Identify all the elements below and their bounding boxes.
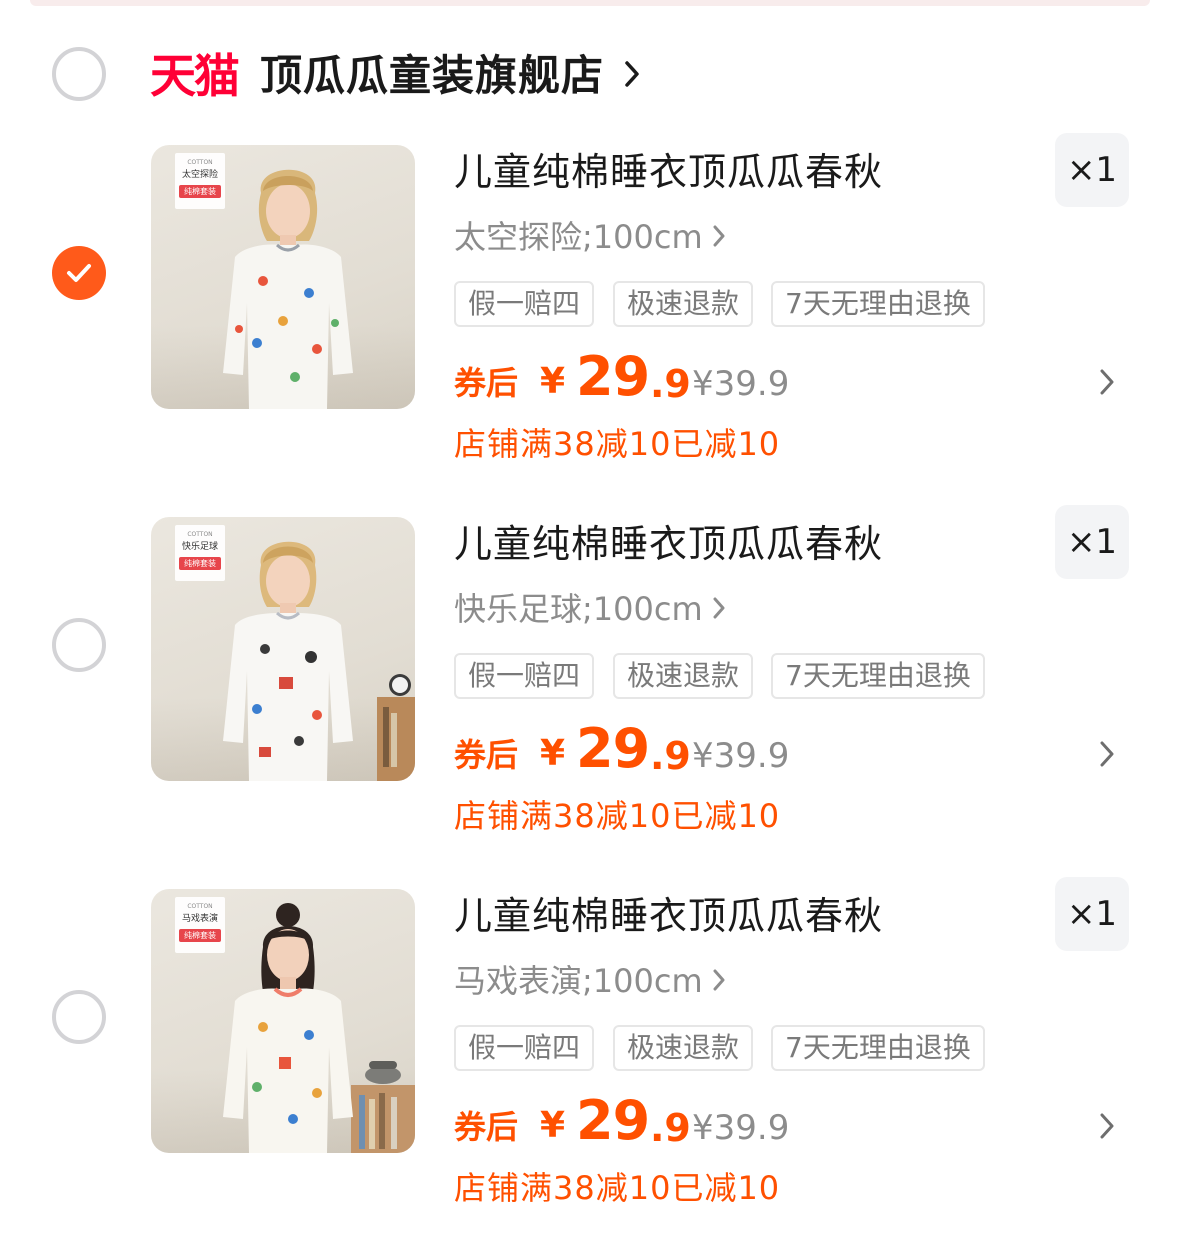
chevron-right-icon: [713, 969, 725, 991]
original-price: ¥39.9: [692, 736, 790, 776]
store-select-radio[interactable]: [52, 47, 106, 101]
chevron-right-icon[interactable]: [1100, 741, 1114, 767]
currency-symbol: ¥: [540, 1105, 566, 1146]
original-price: ¥39.9: [692, 1108, 790, 1148]
sku-selector[interactable]: 马戏表演;100cm: [454, 959, 725, 1003]
item-select-radio[interactable]: [52, 246, 106, 300]
child-model-image: [223, 903, 353, 1153]
promo-text: 店铺满38减10已减10: [454, 425, 781, 463]
item-select-radio[interactable]: [52, 618, 106, 672]
coupon-label: 券后: [454, 1108, 519, 1146]
quantity-button[interactable]: ×1: [1055, 877, 1129, 951]
service-tag: 7天无理由退换: [771, 653, 985, 699]
product-title[interactable]: 儿童纯棉睡衣顶瓜瓜春秋: [454, 891, 883, 941]
price-row: 券后 ¥ 29 .9 ¥39.9: [454, 1089, 1154, 1159]
promo-text: 店铺满38减10已减10: [454, 1169, 781, 1207]
coupon-label: 券后: [454, 736, 519, 774]
previous-card-edge: [30, 0, 1150, 6]
sku-selector[interactable]: 太空探险;100cm: [454, 215, 725, 259]
price-decimal: .9: [650, 362, 691, 406]
product-thumbnail[interactable]: COTTON 太空探险 纯棉套装: [151, 145, 415, 409]
cart-item: COTTON 快乐足球 纯棉套装 儿童纯棉睡衣顶瓜瓜春秋 ×1 快乐足球;100…: [0, 505, 1179, 889]
cart-page: 天猫 顶瓜瓜童装旗舰店 COTTON 太空探险 纯棉套装 儿童纯棉睡衣顶瓜瓜春秋…: [0, 0, 1179, 1237]
chevron-right-icon[interactable]: [1100, 1113, 1114, 1139]
service-tag: 7天无理由退换: [771, 1025, 985, 1071]
quantity-button[interactable]: ×1: [1055, 133, 1129, 207]
store-name-link[interactable]: 顶瓜瓜童装旗舰店: [260, 46, 604, 106]
checkmark-icon: [67, 264, 91, 282]
cart-item: COTTON 马戏表演 纯棉套装 儿童纯棉睡衣顶瓜瓜春秋 ×1 马戏表演;100…: [0, 877, 1179, 1237]
bookshelf-image: [377, 697, 415, 781]
product-thumbnail[interactable]: COTTON 快乐足球 纯棉套装: [151, 517, 415, 781]
service-tag: 极速退款: [613, 653, 754, 699]
currency-symbol: ¥: [540, 361, 566, 402]
product-thumbnail[interactable]: COTTON 马戏表演 纯棉套装: [151, 889, 415, 1153]
service-tag: 假一赔四: [454, 653, 595, 699]
service-tag: 假一赔四: [454, 281, 595, 327]
service-tag: 7天无理由退换: [771, 281, 985, 327]
sku-text: 太空探险;100cm: [454, 218, 703, 256]
price-decimal: .9: [650, 1106, 691, 1150]
tmall-logo: 天猫: [150, 49, 240, 103]
item-select-radio[interactable]: [52, 990, 106, 1044]
price-decimal: .9: [650, 734, 691, 778]
telephone-image: [365, 1061, 401, 1084]
sku-text: 马戏表演;100cm: [454, 962, 703, 1000]
product-title[interactable]: 儿童纯棉睡衣顶瓜瓜春秋: [454, 147, 883, 197]
chevron-right-icon: [713, 597, 725, 619]
coupon-label: 券后: [454, 364, 519, 402]
sku-selector[interactable]: 快乐足球;100cm: [454, 587, 725, 631]
price-row: 券后 ¥ 29 .9 ¥39.9: [454, 717, 1154, 787]
quantity-button[interactable]: ×1: [1055, 505, 1129, 579]
promo-text: 店铺满38减10已减10: [454, 797, 781, 835]
product-title[interactable]: 儿童纯棉睡衣顶瓜瓜春秋: [454, 519, 883, 569]
alarm-clock-image: [389, 674, 411, 696]
price-integer: 29: [576, 717, 650, 780]
service-tag: 极速退款: [613, 281, 754, 327]
store-header: 天猫 顶瓜瓜童装旗舰店: [0, 36, 1179, 116]
chevron-right-icon[interactable]: [1100, 369, 1114, 395]
chevron-right-icon[interactable]: [624, 60, 640, 88]
service-tag: 假一赔四: [454, 1025, 595, 1071]
price-row: 券后 ¥ 29 .9 ¥39.9: [454, 345, 1154, 415]
child-model-image: [223, 169, 353, 409]
cart-item: COTTON 太空探险 纯棉套装 儿童纯棉睡衣顶瓜瓜春秋 ×1 太空探险;100…: [0, 133, 1179, 517]
chevron-right-icon: [713, 225, 725, 247]
original-price: ¥39.9: [692, 364, 790, 404]
child-model-image: [223, 541, 353, 781]
sku-text: 快乐足球;100cm: [454, 590, 703, 628]
price-integer: 29: [576, 1089, 650, 1152]
price-integer: 29: [576, 345, 650, 408]
service-tag: 极速退款: [613, 1025, 754, 1071]
currency-symbol: ¥: [540, 733, 566, 774]
